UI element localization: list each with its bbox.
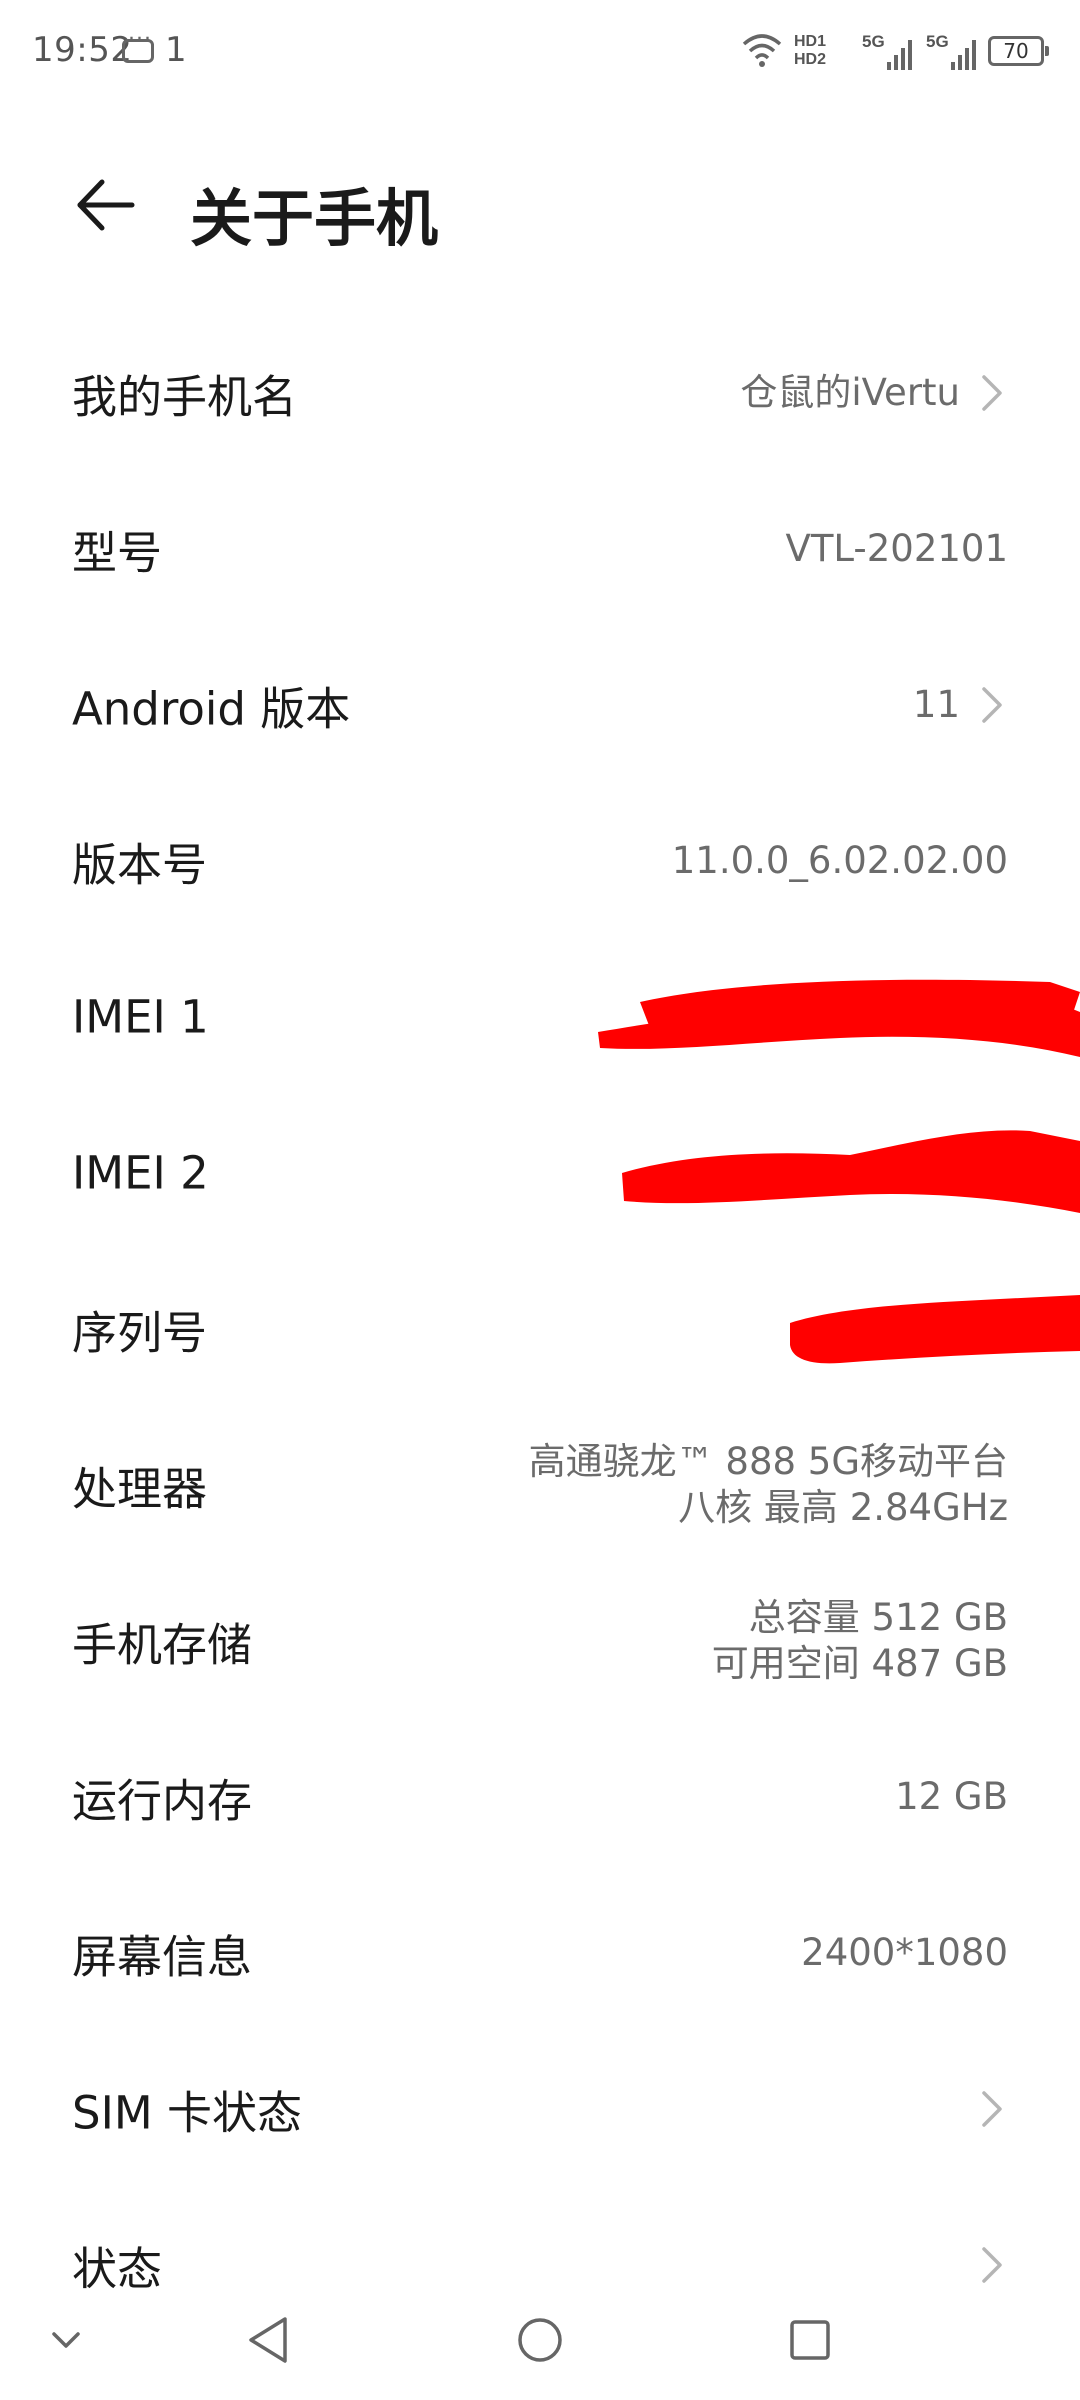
status-time: 19:52 <box>32 30 133 70</box>
row-processor: 处理器 高通骁龙™ 888 5G移动平台 八核 最高 2.84GHz <box>0 1407 1080 1563</box>
row-label: SIM 卡状态 <box>72 2086 302 2140</box>
about-phone-screen: 19:52 1 HD1 HD2 5G <box>0 0 1080 2400</box>
status-bar: 19:52 1 HD1 HD2 5G <box>0 0 1080 110</box>
chevron-right-icon <box>982 2247 1002 2283</box>
redaction-scribble <box>622 1130 1080 1213</box>
row-value: 11 <box>912 683 960 726</box>
row-label: IMEI 2 <box>72 1146 209 1200</box>
row-imei-1: IMEI 1 <box>0 939 1080 1095</box>
notification-count: 1 <box>165 30 187 70</box>
row-value: 高通骁龙™ 888 5G移动平台 八核 最高 2.84GHz <box>529 1439 1008 1531</box>
signal-1: 5G <box>862 30 916 74</box>
row-value: 12 GB <box>895 1775 1008 1818</box>
row-label: 序列号 <box>72 1306 208 1360</box>
signal-1-label: 5G <box>862 32 885 51</box>
row-label: 状态 <box>72 2242 163 2296</box>
recents-square-icon[interactable] <box>786 2316 834 2364</box>
row-imei-2: IMEI 2 <box>0 1095 1080 1251</box>
redaction-scribble <box>790 1295 1080 1364</box>
signal-bars-icon <box>887 40 912 70</box>
row-label: 我的手机名 <box>72 370 298 424</box>
battery-level: 70 <box>1003 39 1029 63</box>
redaction-scribble <box>598 979 1080 1057</box>
row-label: IMEI 1 <box>72 990 209 1044</box>
chevron-right-icon <box>982 2091 1002 2127</box>
row-label: Android 版本 <box>72 682 351 736</box>
row-android-version[interactable]: Android 版本 11 <box>0 627 1080 783</box>
row-phone-name[interactable]: 我的手机名 仓鼠的iVertu <box>0 315 1080 471</box>
processor-line-1: 高通骁龙™ 888 5G移动平台 <box>528 1440 1008 1483</box>
row-ram: 运行内存 12 GB <box>0 1719 1080 1875</box>
signal-2-label: 5G <box>926 32 949 51</box>
row-label: 型号 <box>72 526 163 580</box>
chevron-right-icon <box>982 375 1002 411</box>
back-arrow-icon[interactable] <box>72 172 138 238</box>
signal-bars-icon <box>951 40 976 70</box>
battery-icon: 70 <box>988 36 1049 66</box>
row-value: 2400*1080 <box>801 1931 1008 1974</box>
hd-indicator: HD1 HD2 <box>794 33 826 69</box>
row-build-number[interactable]: 版本号 11.0.0_6.02.02.00 <box>0 783 1080 939</box>
chevron-right-icon <box>982 687 1002 723</box>
row-screen-info: 屏幕信息 2400*1080 <box>0 1875 1080 2031</box>
processor-line-2: 八核 最高 2.84GHz <box>678 1486 1008 1529</box>
about-list: 我的手机名 仓鼠的iVertu 型号 VTL-202101 Android 版本… <box>0 315 1080 2343</box>
row-label: 处理器 <box>72 1462 208 1516</box>
row-sim-status[interactable]: SIM 卡状态 <box>0 2031 1080 2187</box>
row-serial-number: 序列号 <box>0 1251 1080 1407</box>
hd1-label: HD1 <box>793 33 826 50</box>
row-storage: 手机存储 总容量 512 GB 可用空间 487 GB <box>0 1563 1080 1719</box>
back-triangle-icon[interactable] <box>243 2313 293 2367</box>
row-value: 总容量 512 GB 可用空间 487 GB <box>712 1595 1008 1687</box>
row-label: 手机存储 <box>72 1618 253 1672</box>
header: 关于手机 <box>0 150 1080 260</box>
storage-available: 可用空间 487 GB <box>711 1642 1008 1685</box>
navigation-bar <box>0 2290 1080 2390</box>
hd2-label: HD2 <box>793 51 826 68</box>
row-value: 仓鼠的iVertu <box>740 371 960 414</box>
row-value: 11.0.0_6.02.02.00 <box>671 839 1008 882</box>
home-circle-icon[interactable] <box>515 2315 565 2365</box>
row-model: 型号 VTL-202101 <box>0 471 1080 627</box>
page-title: 关于手机 <box>190 182 439 255</box>
row-label: 运行内存 <box>72 1774 253 1828</box>
chevron-down-icon[interactable] <box>48 2328 84 2352</box>
row-label: 版本号 <box>72 838 208 892</box>
storage-total: 总容量 512 GB <box>748 1596 1008 1639</box>
row-label: 屏幕信息 <box>72 1930 253 1984</box>
message-icon <box>122 27 154 63</box>
row-value: VTL-202101 <box>785 527 1008 570</box>
signal-2: 5G <box>926 30 980 74</box>
wifi-icon <box>742 34 782 67</box>
